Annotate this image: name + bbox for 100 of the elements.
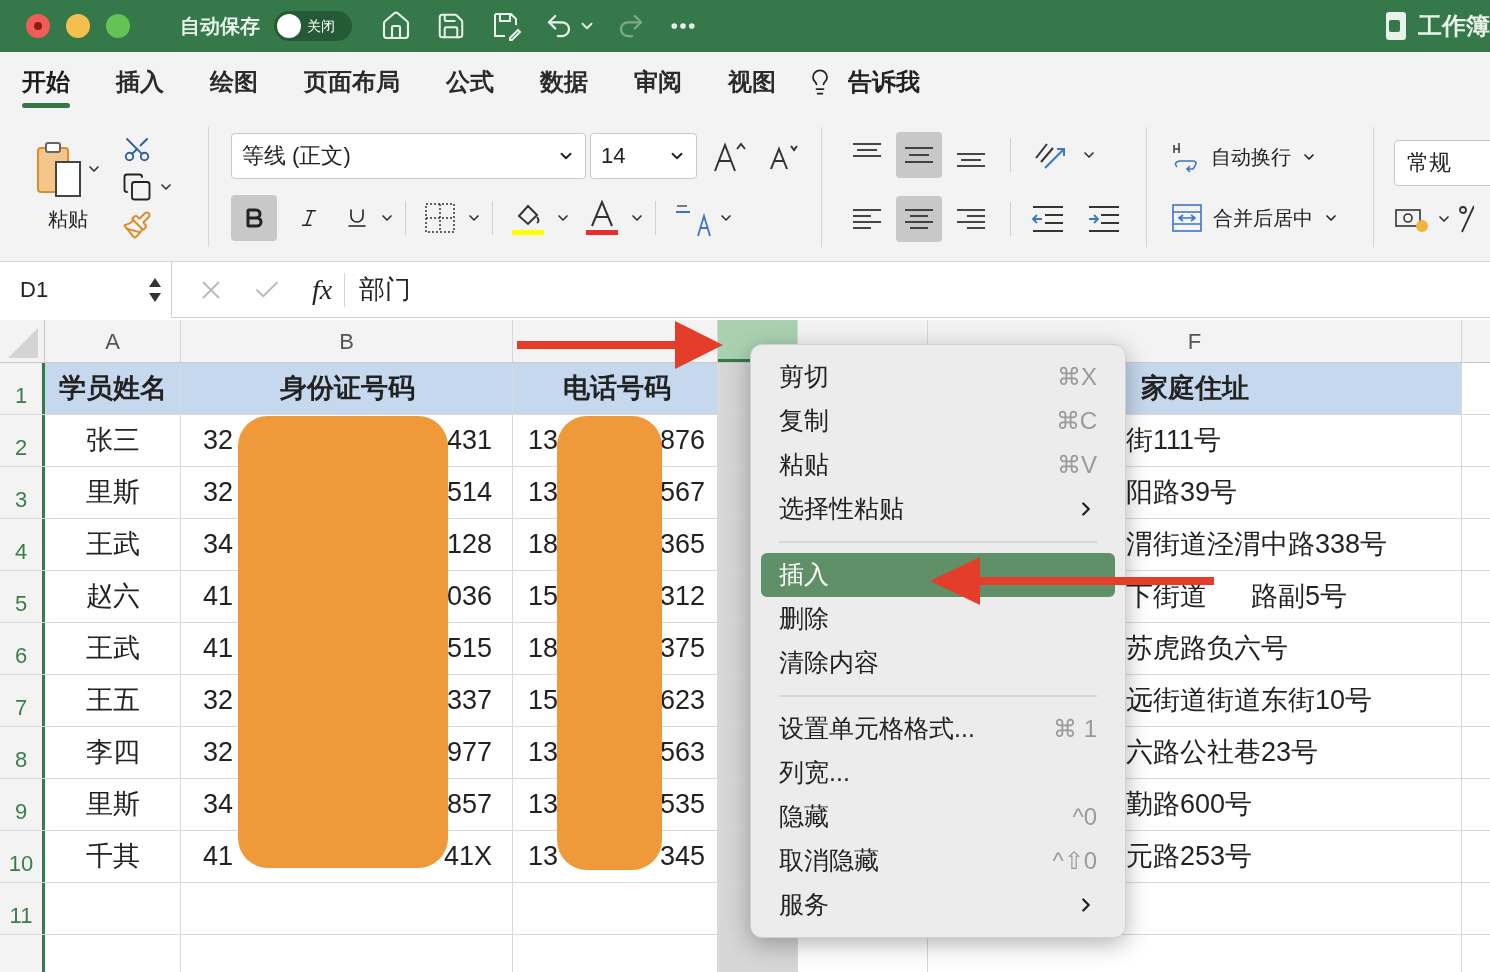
row-header[interactable] <box>0 935 45 972</box>
cell-text-fragment: 977 <box>446 736 492 770</box>
cell-text-fragment: 375 <box>659 632 705 666</box>
close-button[interactable] <box>26 14 50 38</box>
cell-text-fragment: 365 <box>659 528 705 562</box>
horizontal-align-button[interactable] <box>896 195 942 242</box>
cell-text-fragment: 535 <box>659 788 705 822</box>
wrap-text-button[interactable]: 自动换行 <box>1171 140 1373 173</box>
row-header[interactable]: 6 <box>0 623 45 674</box>
cell-text-fragment: 13 <box>528 788 559 822</box>
row-header[interactable]: 10 <box>0 831 45 882</box>
decrease-indent-icon[interactable] <box>1031 203 1065 234</box>
document-title: 工作簿 <box>1418 11 1490 41</box>
row-header[interactable]: 11 <box>0 883 45 934</box>
cell-text-fragment: 567 <box>659 476 705 510</box>
cell-text-fragment: 623 <box>659 684 705 718</box>
borders-icon[interactable] <box>424 201 456 234</box>
home-icon[interactable] <box>380 10 412 42</box>
font-color-icon[interactable] <box>585 199 619 236</box>
cell-text-fragment: 34 <box>203 528 234 562</box>
row-header[interactable]: 4 <box>0 519 45 570</box>
autosave-label: 自动保存 <box>180 14 260 39</box>
table-cell: 赵六 <box>45 571 181 622</box>
cell-text-fragment: 515 <box>446 632 492 666</box>
cell-text-fragment: 41 <box>203 632 234 666</box>
cell-text-fragment: 15 <box>528 684 559 718</box>
cell-text-fragment: 下街道 <box>1126 580 1207 614</box>
row-header[interactable]: 7 <box>0 675 45 726</box>
ribbon-tab[interactable]: 绘图 <box>210 52 258 112</box>
row-header[interactable]: 5 <box>0 571 45 622</box>
align-lines-icon <box>904 146 934 163</box>
menu-item[interactable]: 服务 <box>761 883 1115 927</box>
align-lines-icon <box>852 208 882 229</box>
save-icon[interactable] <box>436 11 466 41</box>
cell-text-fragment: 876 <box>659 424 705 458</box>
row-header[interactable]: 9 <box>0 779 45 830</box>
column-header[interactable]: A <box>45 320 181 362</box>
cell-text-fragment: 13 <box>528 840 559 874</box>
number-format-field[interactable]: 常规 <box>1394 139 1490 186</box>
row-header[interactable]: 2 <box>0 415 45 466</box>
row-header[interactable]: 8 <box>0 727 45 778</box>
cell-text-fragment: 13 <box>528 476 559 510</box>
ribbon-tab[interactable]: 插入 <box>116 52 164 112</box>
function-button[interactable]: fx <box>312 268 333 311</box>
workbook-icon <box>1384 11 1408 41</box>
ribbon-tab[interactable]: 页面布局 <box>304 52 400 112</box>
cell-text-fragment: 13 <box>528 424 559 458</box>
paste-button[interactable]: 粘贴 <box>28 139 108 234</box>
font-size-field[interactable]: 14 <box>590 132 697 179</box>
shortcut-text: ^0 <box>1072 802 1097 832</box>
minimize-button[interactable] <box>66 14 90 38</box>
ribbon-tab[interactable]: 公式 <box>446 52 494 112</box>
ribbon-tab[interactable]: 数据 <box>540 52 588 112</box>
cell-text-fragment: 41 <box>203 580 234 614</box>
cell-text-fragment: 32 <box>203 476 234 510</box>
cell-text-fragment: 345 <box>659 840 705 874</box>
cell-text-fragment: 563 <box>659 736 705 770</box>
cell-text-fragment: 41X <box>443 840 492 874</box>
ribbon-tab[interactable]: 开始 <box>22 52 70 112</box>
cell-text-fragment: 32 <box>203 424 234 458</box>
increase-indent-icon[interactable] <box>1087 203 1121 234</box>
formula-text: 部门 <box>359 273 412 306</box>
cell-text-fragment: 13 <box>528 736 559 770</box>
copy-icon[interactable] <box>122 171 152 202</box>
header-cell: 学员姓名 <box>45 363 181 414</box>
font-name-field[interactable]: 等线 (正文) <box>231 132 586 179</box>
table-cell: 王五 <box>45 675 181 726</box>
table-cell: 王武 <box>45 519 181 570</box>
column-header[interactable]: B <box>181 320 513 362</box>
autosave-toggle[interactable]: 关闭 <box>274 11 352 41</box>
cell-text-fragment: 128 <box>446 528 492 562</box>
bold-button[interactable] <box>231 194 277 241</box>
cell-text-fragment: 857 <box>446 788 492 822</box>
cell-text-fragment: 32 <box>203 736 234 770</box>
table-cell: 里斯 <box>45 467 181 518</box>
cell-text-fragment: 41 <box>203 840 234 874</box>
shortcut-text: ^⇧0 <box>1052 846 1097 876</box>
row-header[interactable]: 1 <box>0 363 45 414</box>
cell-text-fragment: 431 <box>446 424 492 458</box>
cell-text-fragment: 32 <box>203 684 234 718</box>
table-cell: 千其 <box>45 831 181 882</box>
align-lines-icon <box>904 208 934 229</box>
merge-center-button[interactable]: 合并后居中 <box>1171 202 1373 233</box>
cell-text-fragment: 路副5号 <box>1251 580 1348 614</box>
table-cell: 王武 <box>45 623 181 674</box>
merge-cells-icon <box>1171 202 1203 233</box>
cell-text-fragment: 34 <box>203 788 234 822</box>
row-header[interactable]: 3 <box>0 467 45 518</box>
vertical-align-button[interactable] <box>896 131 942 178</box>
cell-text-fragment: 514 <box>446 476 492 510</box>
tell-me-button[interactable]: 告诉我 <box>848 64 920 100</box>
name-box[interactable]: D1 <box>0 261 172 318</box>
cell-text-fragment: 18 <box>528 632 559 666</box>
table-cell: 李四 <box>45 727 181 778</box>
table-cell: 张三 <box>45 415 181 466</box>
ribbon-tab[interactable]: 视图 <box>728 52 776 112</box>
percent-icon[interactable] <box>1458 203 1474 234</box>
header-cell: 身份证号码 <box>181 363 513 414</box>
ribbon-tab[interactable]: 审阅 <box>634 52 682 112</box>
align-lines-icon <box>956 208 986 229</box>
